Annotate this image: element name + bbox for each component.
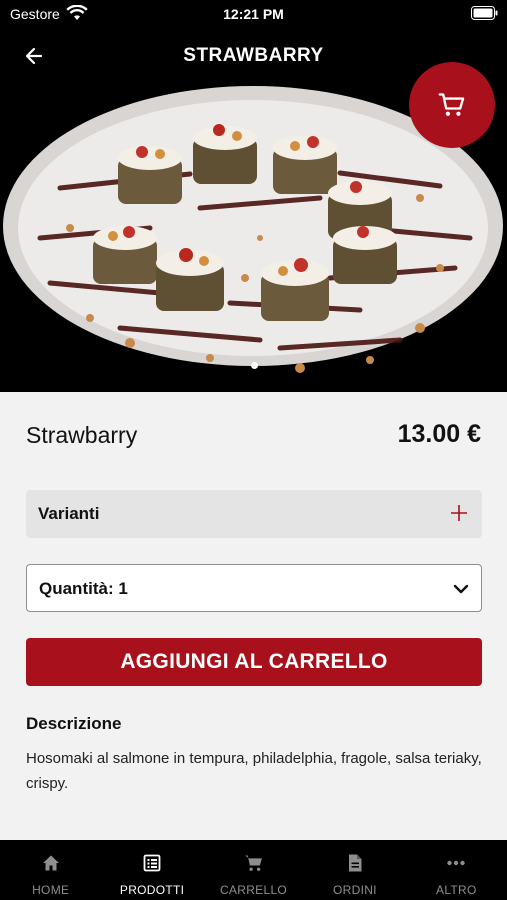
carousel-dot[interactable] [251,362,258,369]
tab-label: PRODOTTI [119,883,185,897]
cart-button[interactable] [409,62,495,148]
description-heading: Descrizione [26,714,122,733]
tab-home[interactable]: HOME [0,840,101,900]
tab-label: ORDINI [333,883,377,897]
quantity-value: Quantità: 1 [39,579,128,598]
tab-bar: HOME PRODOTTI CARRELLO ORDINI ALTRO [0,840,507,900]
product-name: Strawbarry [26,422,138,448]
status-bar: Gestore 12:21 PM [0,0,507,28]
tab-ordini[interactable]: ORDINI [304,840,405,900]
tab-prodotti[interactable]: PRODOTTI [101,840,202,900]
cart-icon [244,855,262,871]
page-title: STRAWBARRY [183,45,324,66]
product-detail: Strawbarry 13.00 € Varianti Quantità: 1 … [0,392,507,840]
tab-label: ALTRO [436,883,477,897]
product-price: 13.00 € [397,420,481,448]
variants-accordion[interactable]: Varianti [26,490,482,538]
quantity-select[interactable]: Quantità: 1 [26,564,482,612]
list-icon [143,854,161,872]
description-text: Hosomaki al salmone in tempura, philadel… [26,750,482,792]
document-icon [348,854,362,872]
add-to-cart-button[interactable]: AGGIUNGI AL CARRELLO [26,638,482,686]
tab-label: HOME [32,883,70,897]
tab-label: CARRELLO [219,883,288,897]
tab-altro[interactable]: ALTRO [406,840,507,900]
more-icon [447,860,466,866]
battery-icon [471,6,498,20]
plus-icon [451,505,467,521]
product-hero-area: Gestore 12:21 PM STRAWBARRY [0,0,507,392]
status-time: 12:21 PM [223,6,284,22]
tab-carrello[interactable]: CARRELLO [203,840,304,900]
variants-label: Varianti [38,504,100,523]
home-icon [42,855,59,871]
cart-icon [438,93,465,116]
chevron-down-icon [453,584,469,594]
